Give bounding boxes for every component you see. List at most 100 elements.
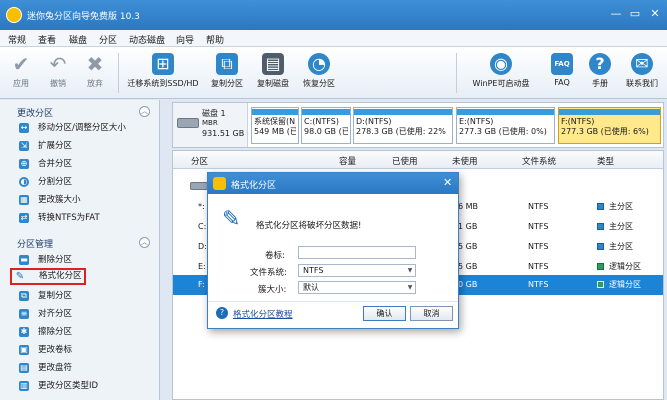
sidebar-item-split[interactable]: ◐ 分割分区 — [17, 174, 155, 190]
menu-wizard[interactable]: 向导 — [176, 33, 194, 46]
menu-general[interactable]: 常规 — [8, 33, 26, 46]
partition-block-c[interactable]: C:(NTFS) 98.0 GB (已 — [301, 107, 351, 144]
sidebar-item-format[interactable]: ✎ 格式化分区 — [10, 268, 86, 285]
toolbar-divider — [118, 53, 119, 93]
sidebar-item-cluster-size[interactable]: ▦ 更改簇大小 — [17, 192, 155, 208]
undo-icon: ↶ — [49, 52, 67, 76]
menu-partition[interactable]: 分区 — [99, 33, 117, 46]
winpe-bootable-button[interactable]: ◉ WinPE可启动盘 — [468, 49, 534, 97]
dialog-title-bar: 格式化分区 ✕ — [208, 173, 458, 194]
sidebar-item-merge[interactable]: ⊕ 合并分区 — [17, 156, 155, 172]
copy-partition-button[interactable]: ⧉ 复制分区 — [205, 49, 249, 97]
recover-partition-button[interactable]: ◔ 恢复分区 — [297, 49, 341, 97]
menu-help[interactable]: 帮助 — [206, 33, 224, 46]
col-type[interactable]: 类型 — [597, 155, 614, 167]
drive-letter-icon: ▤ — [19, 363, 29, 373]
extend-icon: ⇲ — [19, 141, 29, 151]
bootable-disc-icon: ◉ — [490, 53, 512, 75]
discard-button[interactable]: ✖ 放弃 — [78, 49, 112, 97]
cluster-size-label: 簇大小: — [258, 285, 287, 295]
confirm-button[interactable]: 确认 — [363, 306, 406, 321]
sidebar-item-extend[interactable]: ⇲ 扩展分区 — [17, 138, 155, 154]
discard-x-icon: ✖ — [86, 52, 104, 76]
volume-label-input[interactable] — [298, 246, 416, 259]
sidebar-item-copy[interactable]: ⧉ 复制分区 — [17, 288, 155, 304]
operations-sidebar: 更改分区 ︿ ↔ 移动分区/调整分区大小 ⇲ 扩展分区 ⊕ 合并分区 ◐ 分割分… — [0, 100, 160, 400]
col-filesystem[interactable]: 文件系统 — [522, 155, 556, 167]
migrate-os-button[interactable]: ⊞ 迁移系统到SSD/HD — [124, 49, 202, 97]
partition-block-f-selected[interactable]: F:(NTFS) 277.3 GB (已使用: 6%) — [558, 107, 661, 144]
undo-button[interactable]: ↶ 撤销 — [41, 49, 75, 97]
manual-button[interactable]: ? 手册 — [583, 49, 617, 97]
app-title: 迷你兔分区向导免费版 10.3 — [27, 12, 140, 22]
sidebar-section-partition-management: 分区管理 — [17, 240, 54, 250]
label-icon: ▣ — [19, 345, 29, 355]
copy-icon: ⧉ — [19, 291, 29, 301]
chevron-down-icon: ▼ — [407, 284, 413, 291]
sidebar-item-change-label[interactable]: ▣ 更改卷标 — [17, 342, 155, 358]
col-unused[interactable]: 未使用 — [452, 155, 478, 167]
col-capacity[interactable]: 容量 — [339, 155, 356, 167]
help-question-icon: ? — [216, 307, 228, 319]
recover-partition-icon: ◔ — [308, 53, 330, 75]
maximize-button[interactable]: ▭ — [625, 6, 645, 22]
contact-button[interactable]: ✉ 联系我们 — [620, 49, 664, 97]
split-icon: ◐ — [19, 177, 29, 187]
col-used[interactable]: 已使用 — [392, 155, 418, 167]
dialog-close-button[interactable]: ✕ — [443, 176, 452, 189]
chevron-down-icon: ▼ — [407, 267, 413, 274]
sidebar-item-align[interactable]: ≡ 对齐分区 — [17, 306, 155, 322]
sidebar-item-move-resize[interactable]: ↔ 移动分区/调整分区大小 — [17, 120, 155, 136]
menu-dynamic-disk[interactable]: 动态磁盘 — [129, 33, 165, 46]
pen-icon: ✎ — [222, 207, 241, 232]
sidebar-item-ntfs-to-fat[interactable]: ⇄ 转换NTFS为FAT — [17, 210, 155, 226]
table-header: 分区 容量 已使用 未使用 文件系统 类型 — [173, 151, 663, 169]
apply-button[interactable]: ✔ 应用 — [4, 49, 38, 97]
collapse-section-button[interactable]: ︿ — [139, 237, 150, 248]
partition-block-e[interactable]: E:(NTFS) 277.3 GB (已使用: 0%) — [456, 107, 555, 144]
copy-disk-button[interactable]: ▤ 复制磁盘 — [251, 49, 295, 97]
close-window-button[interactable]: ✕ — [645, 6, 665, 22]
resize-icon: ↔ — [19, 123, 29, 133]
faq-icon: FAQ — [551, 53, 573, 75]
dialog-divider — [208, 301, 458, 302]
sidebar-item-change-type-id[interactable]: ▥ 更改分区类型ID — [17, 378, 155, 394]
sidebar-item-delete[interactable]: ▬ 删除分区 — [17, 252, 155, 268]
menu-bar: 常规 查看 磁盘 分区 动态磁盘 向导 帮助 — [0, 30, 667, 47]
volume-label-label: 卷标: — [265, 251, 285, 261]
hard-disk-icon — [177, 118, 199, 128]
help-question-icon: ? — [589, 53, 611, 75]
file-system-select[interactable]: NTFS ▼ — [298, 264, 416, 277]
sidebar-item-change-letter[interactable]: ▤ 更改盘符 — [17, 360, 155, 376]
collapse-section-button[interactable]: ︿ — [139, 106, 150, 117]
checkmark-icon: ✔ — [12, 52, 30, 76]
disk-info[interactable]: 磁盘 1 MBR 931.51 GB — [173, 103, 248, 147]
menu-disk[interactable]: 磁盘 — [69, 33, 87, 46]
pen-icon: ✎ — [15, 271, 25, 282]
col-partition[interactable]: 分区 — [191, 155, 208, 167]
cancel-button[interactable]: 取消 — [410, 306, 453, 321]
dialog-title: 格式化分区 — [231, 181, 277, 191]
partition-block-system-reserved[interactable]: 系统保留(N 549 MB (已 — [251, 107, 299, 144]
mail-icon: ✉ — [631, 53, 653, 75]
disk-map: 磁盘 1 MBR 931.51 GB 系统保留(N 549 MB (已 C:(N… — [172, 102, 664, 148]
partition-block-d[interactable]: D:(NTFS) 278.3 GB (已使用: 22% — [353, 107, 453, 144]
menu-view[interactable]: 查看 — [38, 33, 56, 46]
faq-button[interactable]: FAQ FAQ — [545, 49, 579, 97]
align-icon: ≡ — [19, 309, 29, 319]
wipe-icon: ✱ — [19, 327, 29, 337]
cluster-icon: ▦ — [19, 195, 29, 205]
type-id-icon: ▥ — [19, 381, 29, 391]
title-bar: 迷你兔分区向导免费版 10.3 — ▭ ✕ — [0, 0, 667, 30]
toolbar-divider — [456, 53, 457, 93]
file-system-label: 文件系统: — [250, 268, 287, 278]
merge-icon: ⊕ — [19, 159, 29, 169]
format-tutorial-link[interactable]: 格式化分区教程 — [233, 308, 293, 320]
minimize-button[interactable]: — — [606, 6, 626, 22]
copy-partition-icon: ⧉ — [216, 53, 238, 75]
delete-icon: ▬ — [19, 255, 29, 265]
format-warning-text: 格式化分区将破坏分区数据! — [256, 221, 362, 231]
toolbar: ✔ 应用 ↶ 撤销 ✖ 放弃 ⊞ 迁移系统到SSD/HD ⧉ 复制分区 ▤ 复制… — [0, 47, 667, 99]
sidebar-item-wipe[interactable]: ✱ 擦除分区 — [17, 324, 155, 340]
cluster-size-select[interactable]: 默认 ▼ — [298, 281, 416, 294]
